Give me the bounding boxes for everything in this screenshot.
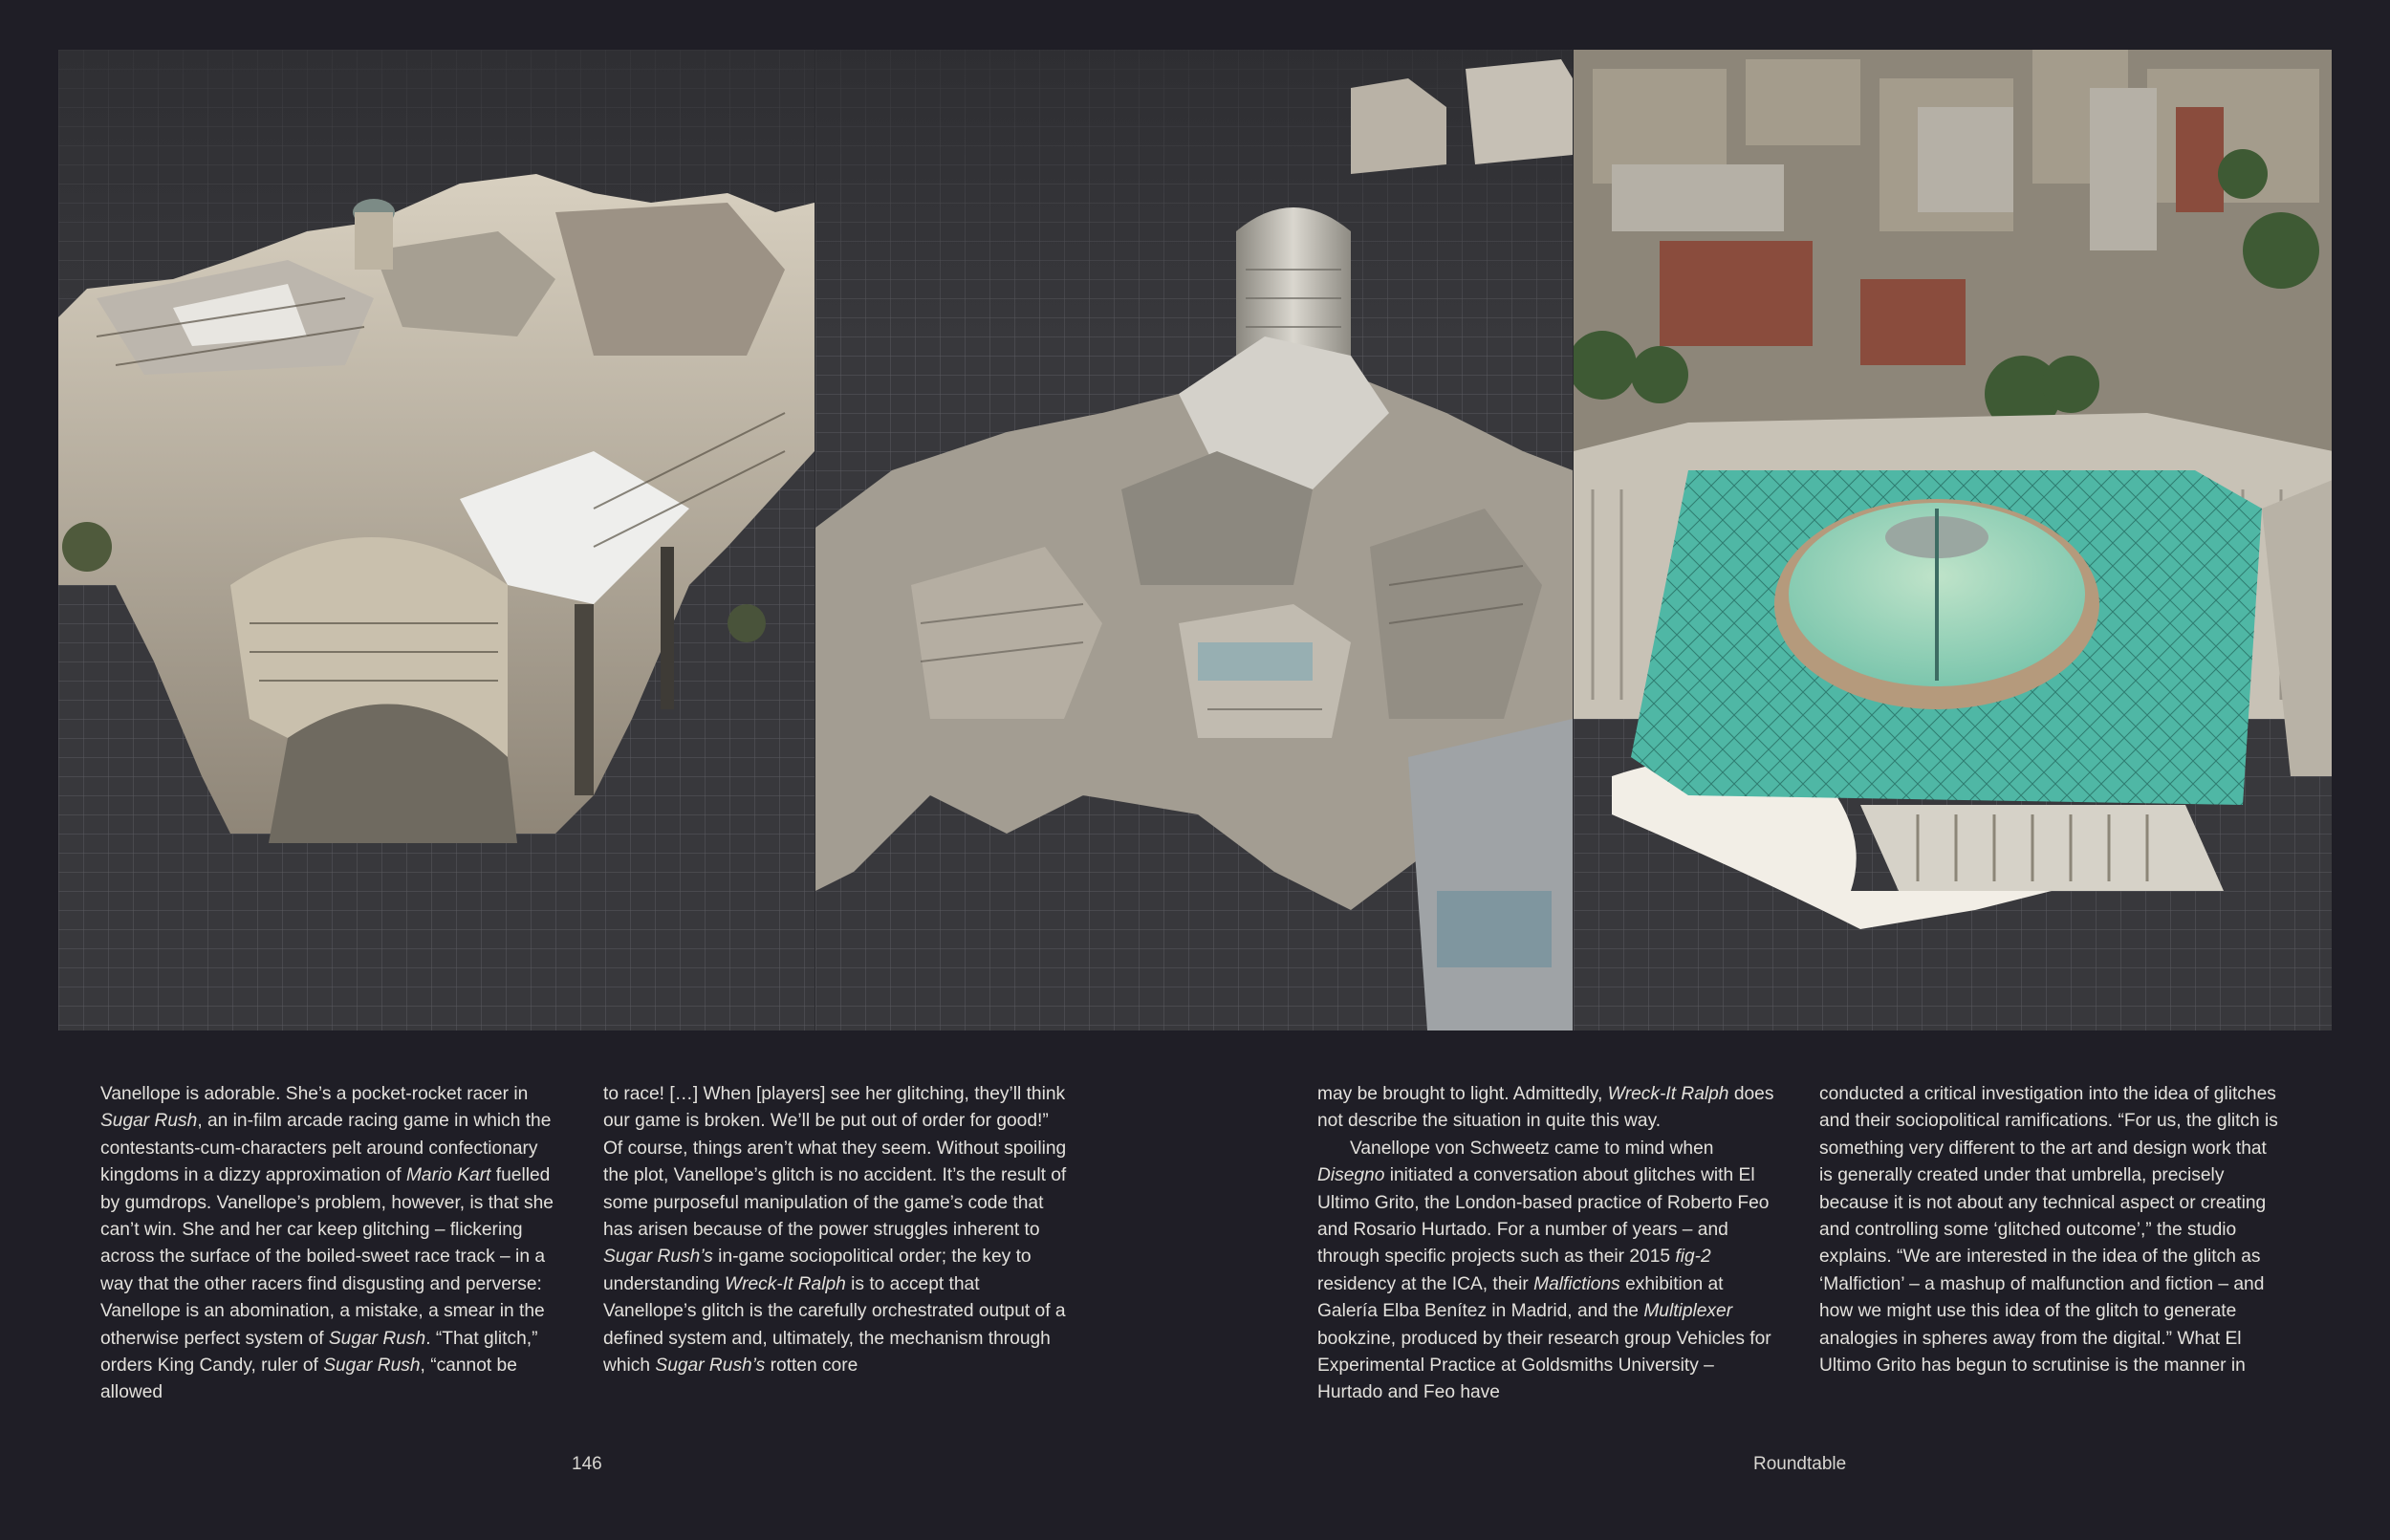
figure-city-models	[58, 50, 2332, 1030]
text-column-4: conducted a critical investigation into …	[1819, 1081, 2284, 1379]
paragraph: may be brought to light. Admittedly, Wre…	[1317, 1084, 1774, 1132]
text-column-1: Vanellope is adorable. She’s a pocket-ro…	[100, 1081, 565, 1407]
text-column-2: to race! […] When [players] see her glit…	[603, 1081, 1068, 1379]
figure-panel-3-great-court	[1573, 50, 2332, 1030]
figure-panel-2-office-towers	[815, 50, 1573, 1030]
paragraph: to race! […] When [players] see her glit…	[603, 1084, 1067, 1377]
text-column-3: may be brought to light. Admittedly, Wre…	[1317, 1081, 1782, 1407]
paragraph: conducted a critical investigation into …	[1819, 1084, 2278, 1377]
paragraph: Vanellope is adorable. She’s a pocket-ro…	[100, 1084, 554, 1403]
page-number: 146	[572, 1454, 602, 1474]
paragraph: Vanellope von Schweetz came to mind when…	[1317, 1138, 1771, 1403]
figure-panel-1-somerset-house	[58, 50, 815, 1030]
running-footer-section: Roundtable	[1753, 1454, 1847, 1474]
